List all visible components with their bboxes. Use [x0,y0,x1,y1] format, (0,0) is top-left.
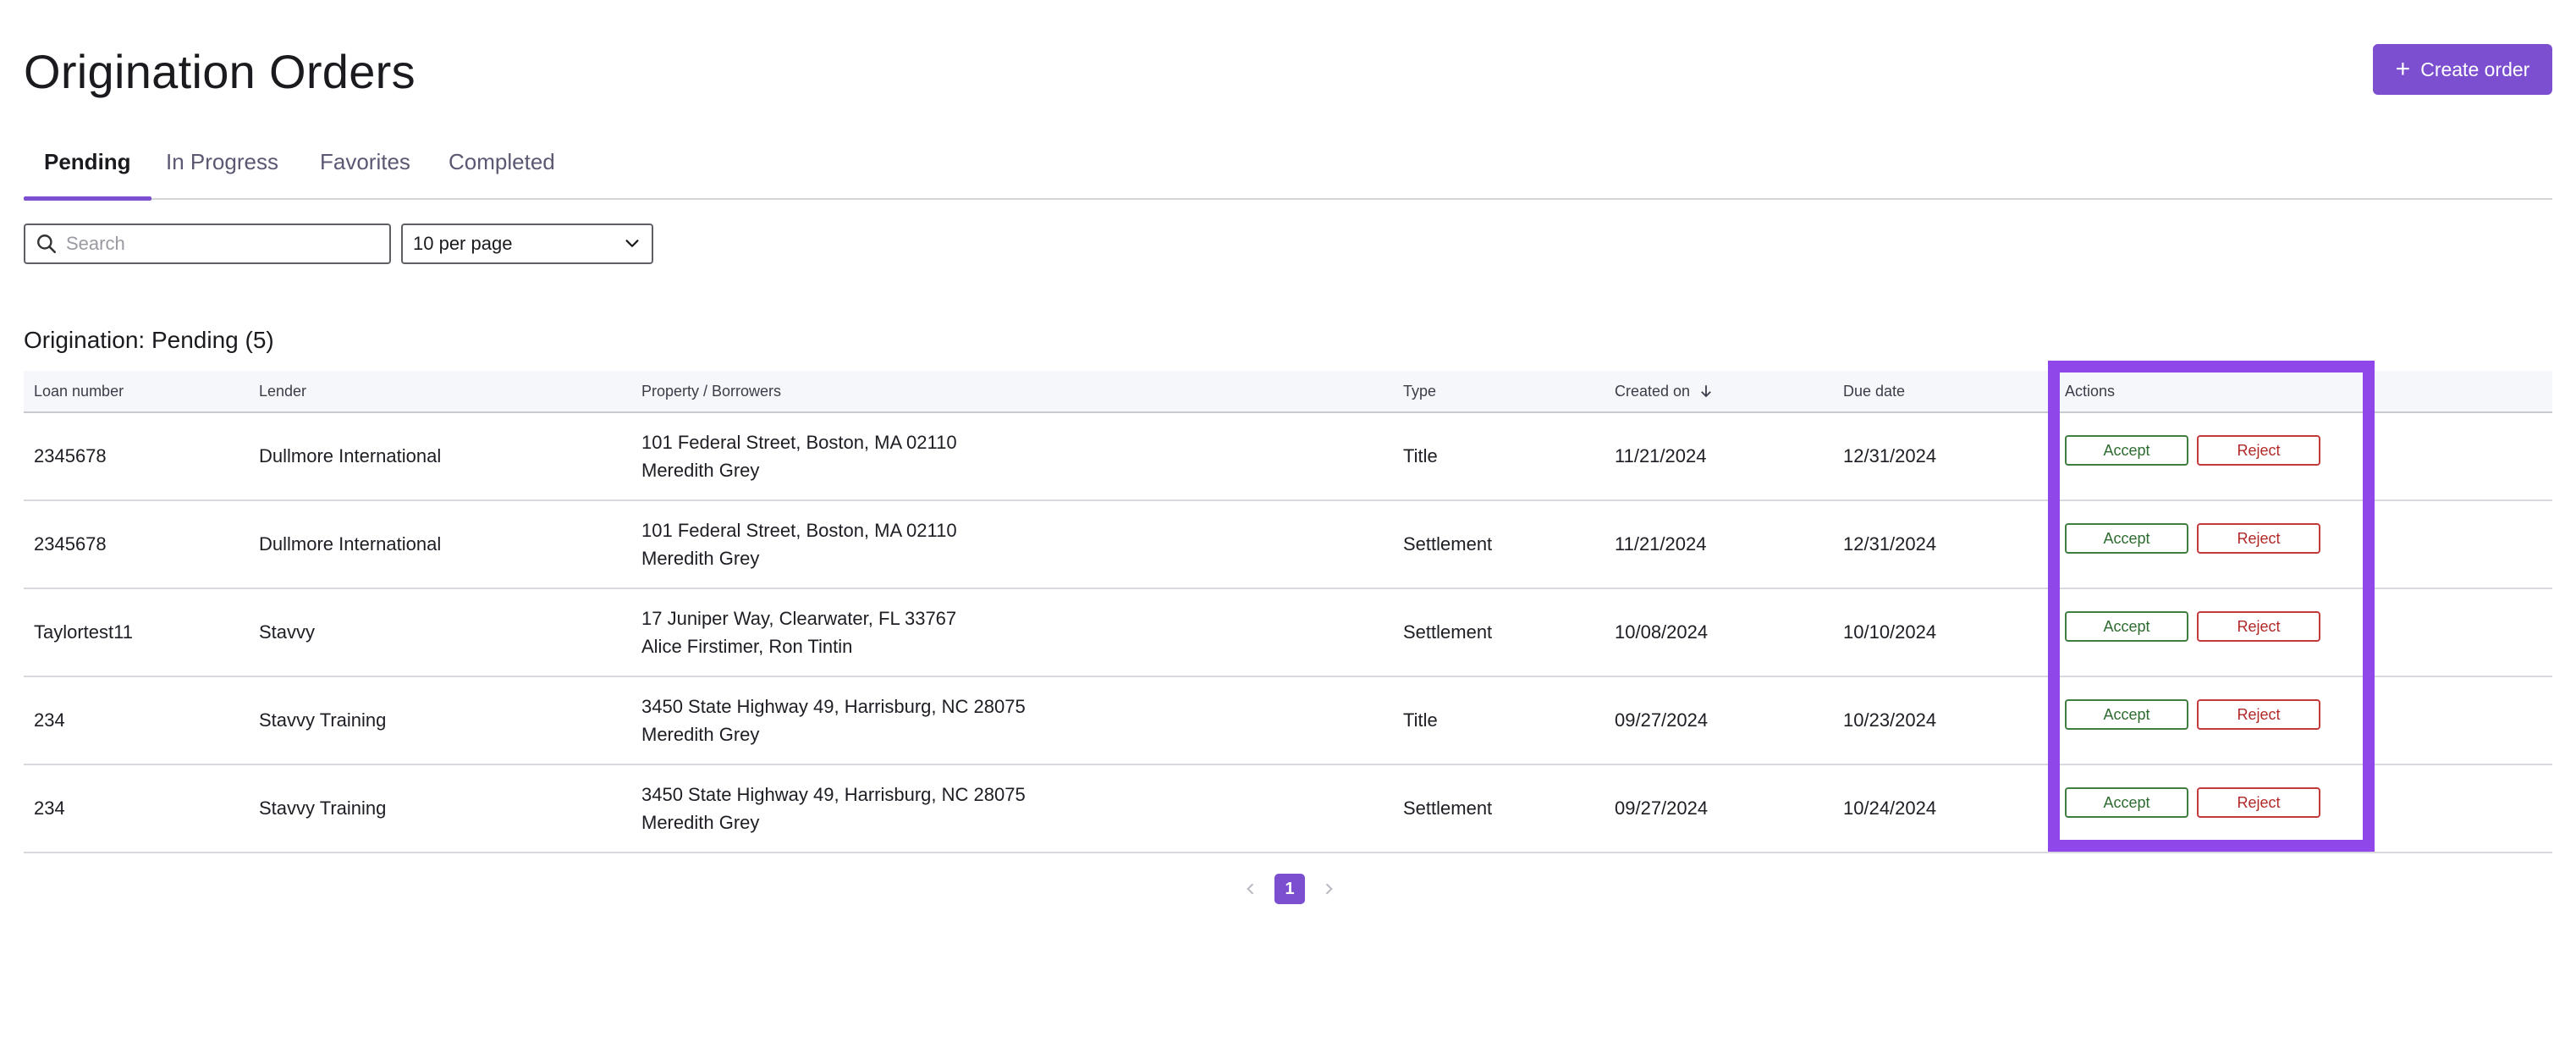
table-row[interactable]: 2345678 Dullmore International 101 Feder… [24,501,2552,589]
property-address: 17 Juniper Way, Clearwater, FL 33767 [641,608,957,629]
borrowers: Meredith Grey [641,812,760,833]
header-actions: Actions [2065,382,2116,400]
table-row[interactable]: 234 Stavvy Training 3450 State Highway 4… [24,765,2552,853]
table-row[interactable]: 234 Stavvy Training 3450 State Highway 4… [24,677,2552,765]
header-created-on[interactable]: Created on [1615,371,1714,411]
due-date: 12/31/2024 [1843,445,1937,466]
chevron-left-icon[interactable] [1242,879,1259,899]
loan-number: 2345678 [34,445,107,466]
order-type: Settlement [1403,621,1493,643]
search-input[interactable] [64,232,372,256]
header-type[interactable]: Type [1403,371,1436,411]
create-order-button[interactable]: + Create order [2373,44,2552,95]
header-lender[interactable]: Lender [259,371,306,411]
property-borrowers: 101 Federal Street, Boston, MA 02110 Mer… [641,413,957,499]
order-type: Title [1403,445,1438,466]
table-row[interactable]: 2345678 Dullmore International 101 Feder… [24,413,2552,501]
created-on: 09/27/2024 [1615,709,1709,731]
accept-button[interactable]: Accept [2065,699,2188,730]
property-address: 101 Federal Street, Boston, MA 02110 [641,432,957,453]
tab-bar: Pending In Progress Favorites Completed [24,142,2552,201]
due-date: 10/23/2024 [1843,709,1937,731]
property-borrowers: 17 Juniper Way, Clearwater, FL 33767 Ali… [641,589,956,676]
lender: Dullmore International [259,445,442,466]
section-title: Origination: Pending (5) [24,327,274,353]
reject-button[interactable]: Reject [2197,699,2320,730]
loan-number: 234 [34,709,65,731]
page-number-current[interactable]: 1 [1274,874,1305,904]
created-on: 11/21/2024 [1615,445,1707,466]
loan-number: 234 [34,797,65,819]
order-type: Title [1403,709,1438,731]
tab-in-progress[interactable]: In Progress [166,142,278,198]
tab-favorites[interactable]: Favorites [320,142,410,198]
header-loan-number[interactable]: Loan number [34,371,124,411]
lender: Stavvy Training [259,797,387,819]
order-type: Settlement [1403,533,1493,555]
due-date: 12/31/2024 [1843,533,1937,555]
reject-button[interactable]: Reject [2197,787,2320,818]
accept-button[interactable]: Accept [2065,611,2188,642]
tab-pending[interactable]: Pending [24,142,151,201]
accept-button[interactable]: Accept [2065,435,2188,466]
header-created-on-label: Created on [1615,382,1691,400]
due-date: 10/10/2024 [1843,621,1937,643]
chevron-down-icon [625,240,639,247]
property-borrowers: 3450 State Highway 49, Harrisburg, NC 28… [641,765,1026,852]
order-type: Settlement [1403,797,1493,819]
search-box[interactable] [24,224,391,264]
loan-number: Taylortest11 [34,621,133,643]
orders-page: Origination Orders + Create order Pendin… [24,0,2552,1043]
lender: Stavvy Training [259,709,387,731]
due-date: 10/24/2024 [1843,797,1937,819]
create-order-label: Create order [2420,58,2530,80]
borrowers: Meredith Grey [641,548,760,569]
reject-button[interactable]: Reject [2197,435,2320,466]
created-on: 11/21/2024 [1615,533,1707,555]
per-page-select[interactable]: 10 per page [401,224,653,264]
tab-completed[interactable]: Completed [449,142,555,198]
accept-button[interactable]: Accept [2065,523,2188,554]
created-on: 10/08/2024 [1615,621,1709,643]
per-page-value: 10 per page [413,233,513,254]
property-address: 101 Federal Street, Boston, MA 02110 [641,520,957,541]
table-row[interactable]: Taylortest11 Stavvy 17 Juniper Way, Clea… [24,589,2552,677]
borrowers: Alice Firstimer, Ron Tintin [641,636,853,657]
property-borrowers: 3450 State Highway 49, Harrisburg, NC 28… [641,677,1026,764]
property-address: 3450 State Highway 49, Harrisburg, NC 28… [641,784,1026,805]
arrow-down-icon [1701,385,1711,398]
borrowers: Meredith Grey [641,724,760,745]
plus-icon: + [2395,55,2411,83]
search-icon [37,235,57,254]
borrowers: Meredith Grey [641,460,760,481]
pagination: 1 [24,874,2552,908]
accept-button[interactable]: Accept [2065,787,2188,818]
header-due-date[interactable]: Due date [1843,371,1905,411]
created-on: 09/27/2024 [1615,797,1709,819]
reject-button[interactable]: Reject [2197,611,2320,642]
table-header: Loan number Lender Property / Borrowers … [24,371,2552,413]
property-address: 3450 State Highway 49, Harrisburg, NC 28… [641,696,1026,717]
chevron-right-icon[interactable] [1320,879,1337,899]
reject-button[interactable]: Reject [2197,523,2320,554]
lender: Stavvy [259,621,316,643]
loan-number: 2345678 [34,533,107,555]
property-borrowers: 101 Federal Street, Boston, MA 02110 Mer… [641,501,957,588]
header-property[interactable]: Property / Borrowers [641,371,781,411]
lender: Dullmore International [259,533,442,555]
page-title: Origination Orders [24,45,416,98]
